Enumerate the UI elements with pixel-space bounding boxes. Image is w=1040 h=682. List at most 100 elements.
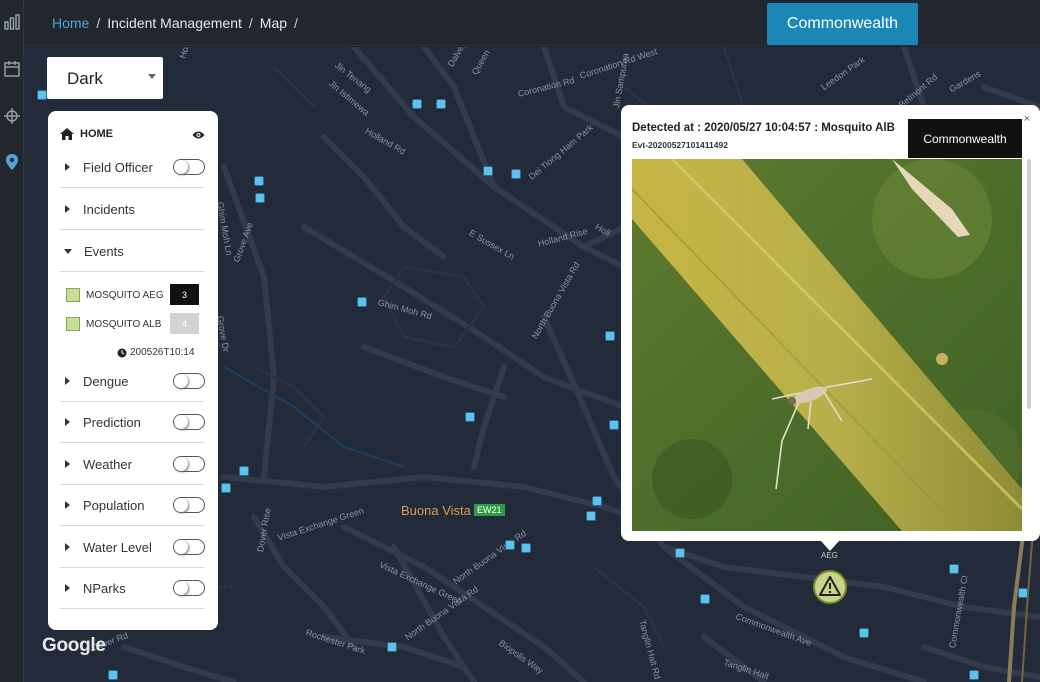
popup-pointer xyxy=(821,541,839,551)
timestamp-text: 200526T10:14 xyxy=(130,347,195,358)
event-count-badge: 4 xyxy=(170,313,199,334)
layer-item-events[interactable]: Events xyxy=(60,231,204,272)
mosquito-photo-graphic xyxy=(632,159,1022,531)
event-count-badge: 3 xyxy=(170,284,199,305)
layer-item-prediction[interactable]: Prediction xyxy=(60,402,205,443)
event-row-mosquito-alb[interactable]: MOSQUITO ALB xyxy=(66,317,161,331)
chevron-right-icon xyxy=(65,205,70,213)
bus-stop-icon[interactable] xyxy=(387,642,397,652)
layer-item-label: Incidents xyxy=(83,201,136,217)
layer-toggle[interactable] xyxy=(173,373,205,389)
layer-item-dengue[interactable]: Dengue xyxy=(60,361,205,402)
layer-item-field-officer[interactable]: Field Officer xyxy=(60,147,205,188)
google-logo: Google xyxy=(42,635,106,656)
chevron-right-icon xyxy=(65,460,70,468)
mosquito-photo xyxy=(632,159,1022,531)
layer-item-label: Weather xyxy=(83,456,132,472)
breadcrumb-page: Map xyxy=(259,15,288,31)
layer-item-water-level[interactable]: Water Level xyxy=(60,527,205,568)
bus-stop-icon[interactable] xyxy=(969,670,979,680)
bus-stop-icon[interactable] xyxy=(436,99,446,109)
bus-stop-icon[interactable] xyxy=(221,483,231,493)
layer-item-label: Water Level xyxy=(83,539,152,555)
eye-icon[interactable] xyxy=(192,130,205,140)
bar-chart-icon[interactable] xyxy=(2,12,22,32)
bus-stop-icon[interactable] xyxy=(1018,588,1028,598)
chevron-right-icon xyxy=(65,501,70,509)
bus-stop-icon[interactable] xyxy=(609,420,619,430)
bus-stop-icon[interactable] xyxy=(505,540,515,550)
layer-item-nparks[interactable]: NParks xyxy=(60,568,205,609)
calendar-icon[interactable] xyxy=(2,59,22,79)
bus-stop-icon[interactable] xyxy=(37,90,47,100)
layer-item-label: Prediction xyxy=(83,414,141,430)
bus-stop-icon[interactable] xyxy=(592,496,602,506)
bus-stop-icon[interactable] xyxy=(465,412,475,422)
breadcrumb: Home / Incident Management / Map / xyxy=(52,15,298,31)
bus-stop-icon[interactable] xyxy=(108,670,118,680)
clock-icon xyxy=(117,348,127,357)
close-icon[interactable]: × xyxy=(1024,113,1030,125)
breadcrumb-home-link[interactable]: Home xyxy=(52,15,89,31)
location-tooltip: Commonwealth xyxy=(908,119,1022,158)
map-style-select[interactable]: Dark xyxy=(47,57,163,99)
station-code-badge: EW21 xyxy=(474,504,505,516)
chevron-right-icon xyxy=(65,418,70,426)
bus-stop-icon[interactable] xyxy=(949,564,959,574)
chevron-right-icon xyxy=(65,584,70,592)
crosshair-icon[interactable] xyxy=(2,106,22,126)
event-swatch xyxy=(66,288,80,302)
station-label: Buona Vista xyxy=(401,503,471,518)
breadcrumb-separator: / xyxy=(96,15,101,31)
layer-toggle[interactable] xyxy=(173,159,205,175)
bus-stop-icon[interactable] xyxy=(412,99,422,109)
bus-stop-icon[interactable] xyxy=(239,466,249,476)
commonwealth-button[interactable]: Commonwealth xyxy=(767,3,918,45)
bus-stop-icon[interactable] xyxy=(254,176,264,186)
bus-stop-icon[interactable] xyxy=(357,297,367,307)
layer-item-label: Population xyxy=(83,497,145,513)
breadcrumb-separator: / xyxy=(294,15,298,31)
detection-popup: Detected at : 2020/05/27 10:04:57 : Mosq… xyxy=(621,105,1040,551)
layer-item-label: NParks xyxy=(83,580,126,596)
layer-item-label: Dengue xyxy=(83,373,129,389)
bus-stop-icon[interactable] xyxy=(675,548,685,558)
layer-toggle[interactable] xyxy=(173,580,205,596)
event-timestamp: 200526T10:14 xyxy=(117,347,195,358)
bus-stop-icon[interactable] xyxy=(483,166,493,176)
detection-title: Detected at : 2020/05/27 10:04:57 : Mosq… xyxy=(632,122,895,134)
bus-stop-icon[interactable] xyxy=(255,193,265,203)
panel-home[interactable]: HOME xyxy=(60,128,204,140)
warning-marker-icon[interactable] xyxy=(813,570,847,604)
layer-item-population[interactable]: Population xyxy=(60,485,205,526)
chevron-right-icon xyxy=(65,163,70,171)
bus-stop-icon[interactable] xyxy=(700,594,710,604)
layer-item-incidents[interactable]: Incidents xyxy=(60,189,204,230)
map-pin-icon[interactable] xyxy=(2,152,22,172)
bus-stop-icon[interactable] xyxy=(605,331,615,341)
top-bar: Home / Incident Management / Map / Commo… xyxy=(24,0,1040,46)
bus-stop-icon[interactable] xyxy=(511,169,521,179)
layer-item-label: Events xyxy=(84,243,124,259)
event-row-mosquito-aeg[interactable]: MOSQUITO AEG xyxy=(66,288,164,302)
event-label: MOSQUITO ALB xyxy=(86,318,162,330)
bus-stop-icon[interactable] xyxy=(586,511,596,521)
map-style-value: Dark xyxy=(67,69,103,88)
chevron-down-icon xyxy=(64,248,72,254)
layer-toggle[interactable] xyxy=(173,456,205,472)
chevron-right-icon xyxy=(65,377,70,385)
layer-item-weather[interactable]: Weather xyxy=(60,444,205,485)
chevron-down-icon xyxy=(148,74,156,79)
breadcrumb-section[interactable]: Incident Management xyxy=(107,15,242,31)
marker-label: AEG xyxy=(821,551,838,560)
home-icon xyxy=(60,128,74,140)
layer-toggle[interactable] xyxy=(173,497,205,513)
panel-home-label: HOME xyxy=(80,128,113,140)
bus-stop-icon[interactable] xyxy=(521,543,531,553)
layer-item-label: Field Officer xyxy=(83,159,153,175)
chevron-right-icon xyxy=(65,543,70,551)
layer-toggle[interactable] xyxy=(173,414,205,430)
bus-stop-icon[interactable] xyxy=(859,628,869,638)
popup-scrollbar[interactable] xyxy=(1027,159,1031,409)
layer-toggle[interactable] xyxy=(173,539,205,555)
